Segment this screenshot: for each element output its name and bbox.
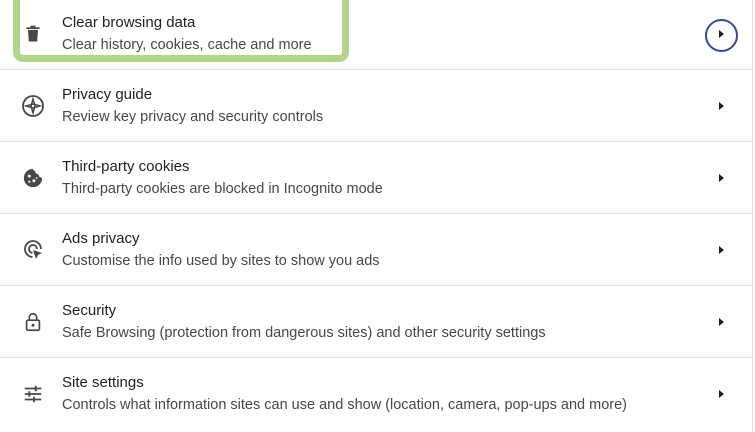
security-row[interactable]: Security Safe Browsing (protection from … bbox=[0, 286, 753, 358]
row-subtitle: Clear history, cookies, cache and more bbox=[62, 37, 312, 53]
sliders-icon bbox=[21, 382, 45, 406]
arrow-right-icon[interactable] bbox=[716, 173, 726, 183]
row-title: Third-party cookies bbox=[62, 158, 190, 175]
row-subtitle: Review key privacy and security controls bbox=[62, 109, 324, 125]
row-subtitle: Controls what information sites can use … bbox=[62, 397, 627, 413]
row-title: Site settings bbox=[62, 374, 144, 391]
row-title: Security bbox=[62, 302, 117, 319]
lock-icon bbox=[21, 310, 45, 334]
privacy-guide-row[interactable]: Privacy guide Review key privacy and sec… bbox=[0, 70, 753, 142]
compass-icon bbox=[21, 94, 45, 118]
row-subtitle: Third-party cookies are blocked in Incog… bbox=[62, 181, 383, 197]
arrow-right-icon[interactable] bbox=[716, 317, 726, 327]
trash-icon bbox=[21, 22, 45, 46]
privacy-and-security-card: Clear browsing data Clear history, cooki… bbox=[0, 0, 753, 432]
clear-browsing-data-row[interactable]: Clear browsing data Clear history, cooki… bbox=[0, 0, 753, 70]
row-subtitle: Safe Browsing (protection from dangerous… bbox=[62, 325, 546, 341]
arrow-right-icon[interactable] bbox=[716, 245, 726, 255]
third-party-cookies-row[interactable]: Third-party cookies Third-party cookies … bbox=[0, 142, 753, 214]
arrow-right-icon[interactable] bbox=[716, 29, 726, 39]
row-title: Privacy guide bbox=[62, 86, 153, 103]
row-subtitle: Customise the info used by sites to show… bbox=[62, 253, 380, 269]
row-title: Clear browsing data bbox=[62, 14, 196, 31]
ads-privacy-icon bbox=[21, 238, 45, 262]
cookie-icon bbox=[21, 166, 45, 190]
arrow-right-icon[interactable] bbox=[716, 101, 726, 111]
ads-privacy-row[interactable]: Ads privacy Customise the info used by s… bbox=[0, 214, 753, 286]
arrow-right-icon[interactable] bbox=[716, 389, 726, 399]
site-settings-row[interactable]: Site settings Controls what information … bbox=[0, 358, 753, 430]
row-title: Ads privacy bbox=[62, 230, 140, 247]
